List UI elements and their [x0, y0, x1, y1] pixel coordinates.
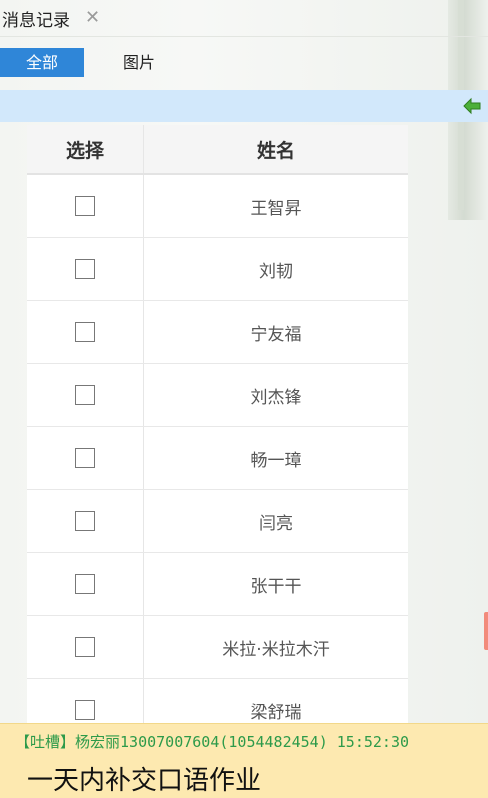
message-meta: 13007007604(1054482454) 15:52:30: [120, 733, 410, 751]
table-row: 宁友福: [27, 300, 408, 364]
row-checkbox[interactable]: [75, 259, 95, 279]
back-arrow-icon[interactable]: [462, 96, 482, 116]
select-cell: [27, 363, 144, 427]
select-cell: [27, 426, 144, 490]
row-checkbox[interactable]: [75, 196, 95, 216]
message-text: 一天内补交口语作业: [27, 766, 262, 796]
message-sender[interactable]: 杨宏丽: [75, 733, 120, 751]
column-header-select[interactable]: 选择: [27, 125, 144, 175]
select-cell: [27, 489, 144, 553]
column-header-name[interactable]: 姓名: [143, 125, 408, 175]
select-cell: [27, 237, 144, 301]
table-header-row: 选择 姓名: [27, 125, 408, 175]
name-cell: 梁舒瑞: [143, 678, 408, 723]
row-checkbox[interactable]: [75, 637, 95, 657]
select-cell: [27, 615, 144, 679]
window-title: 消息记录: [2, 11, 70, 31]
row-checkbox[interactable]: [75, 511, 95, 531]
message-header: 【吐槽】杨宏丽13007007604(1054482454) 15:52:30: [15, 731, 409, 752]
select-cell: [27, 300, 144, 364]
toolbar-bar: [0, 90, 488, 122]
row-checkbox[interactable]: [75, 448, 95, 468]
table-row: 米拉·米拉木汗: [27, 615, 408, 679]
select-cell: [27, 174, 144, 238]
row-checkbox[interactable]: [75, 322, 95, 342]
name-cell: 宁友福: [143, 300, 408, 364]
table-row: 梁舒瑞: [27, 678, 408, 723]
select-cell: [27, 678, 144, 723]
table-row: 张干干: [27, 552, 408, 616]
row-checkbox[interactable]: [75, 385, 95, 405]
side-scroll-handle[interactable]: [484, 612, 488, 650]
tab-images[interactable]: 图片: [104, 48, 174, 77]
row-checkbox[interactable]: [75, 700, 95, 720]
select-cell: [27, 552, 144, 616]
table-row: 畅一璋: [27, 426, 408, 490]
name-cell: 米拉·米拉木汗: [143, 615, 408, 679]
name-cell: 闫亮: [143, 489, 408, 553]
row-checkbox[interactable]: [75, 574, 95, 594]
table-row: 王智昇: [27, 174, 408, 238]
table-row: 闫亮: [27, 489, 408, 553]
close-icon[interactable]: ✕: [85, 8, 100, 28]
message-tag: 【吐槽】: [15, 733, 76, 751]
name-cell: 刘韧: [143, 237, 408, 301]
name-cell: 王智昇: [143, 174, 408, 238]
table-row: 刘韧: [27, 237, 408, 301]
title-bar: 消息记录 ✕: [0, 0, 488, 36]
divider: [0, 36, 488, 37]
name-cell: 刘杰锋: [143, 363, 408, 427]
table-row: 刘杰锋: [27, 363, 408, 427]
contacts-table: 选择 姓名 王智昇 刘韧 宁友福 刘杰锋 畅一璋 闫亮 张干干 米拉·米拉木汗 梁舒瑞: [27, 125, 408, 723]
message-panel: 【吐槽】杨宏丽13007007604(1054482454) 15:52:30 …: [0, 723, 488, 798]
name-cell: 张干干: [143, 552, 408, 616]
name-cell: 畅一璋: [143, 426, 408, 490]
tab-all[interactable]: 全部: [0, 48, 84, 77]
